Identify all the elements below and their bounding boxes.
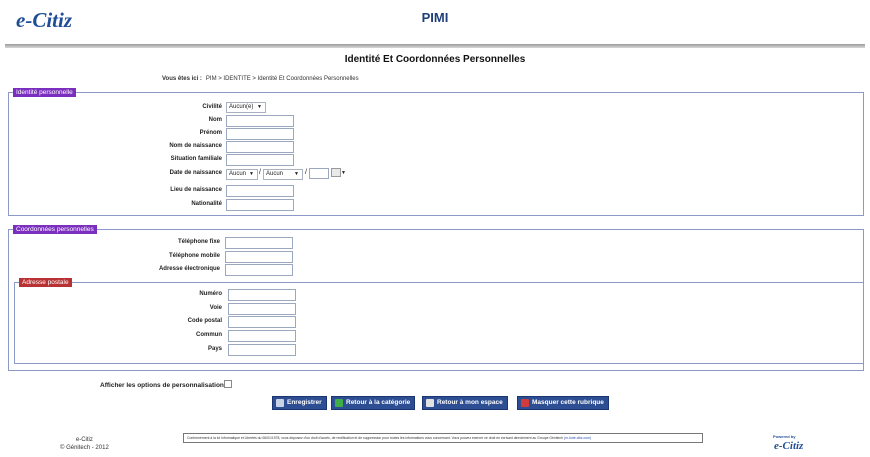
back-space-label: Retour à mon espace <box>437 399 503 406</box>
voie-input[interactable] <box>228 303 296 315</box>
back-space-button[interactable]: Retour à mon espace <box>422 396 508 410</box>
numero-label: Numéro <box>199 291 222 297</box>
adresse-fieldset: Adresse postale <box>14 278 864 364</box>
nom-label: Nom <box>208 117 222 123</box>
date-month-value: Aucun <box>266 171 284 177</box>
civilite-label: Civilité <box>202 104 222 110</box>
back-category-button[interactable]: Retour à la catégorie <box>331 396 416 410</box>
prenom-row: Prénom <box>160 128 222 141</box>
prenom-input[interactable] <box>226 128 294 140</box>
civilite-row: Civilité <box>160 102 222 115</box>
footer-brand-block: e-Citiz © Génitech - 2012 <box>60 436 109 452</box>
coordonnees-legend: Coordonnées personnelles <box>13 225 97 234</box>
lieu-row: Lieu de naissance <box>160 185 222 198</box>
tel-mobile-input[interactable] <box>225 251 293 263</box>
numero-input[interactable] <box>228 289 296 301</box>
powered-by-logo[interactable]: e-Citiz <box>774 440 803 452</box>
identite-legend: Identité personnelle <box>13 88 76 97</box>
numero-row: Numéro <box>160 289 222 302</box>
date-separator: / <box>305 169 307 176</box>
breadcrumb-path[interactable]: PIM > IDENTITE > Identité Et Coordonnées… <box>206 76 359 82</box>
civilite-value: Aucun(e) <box>229 104 254 110</box>
chevron-down-icon: ▼ <box>294 171 299 177</box>
tel-fixe-row: Téléphone fixe <box>150 237 220 250</box>
back-category-label: Retour à la catégorie <box>346 399 411 406</box>
home-icon <box>426 399 434 407</box>
calendar-icon[interactable] <box>331 168 341 177</box>
pays-row: Pays <box>160 344 222 357</box>
email-input[interactable] <box>225 264 293 276</box>
code-postal-label: Code postal <box>187 318 222 324</box>
code-postal-row: Code postal <box>160 316 222 329</box>
tel-fixe-input[interactable] <box>225 237 293 249</box>
legal-notice-link[interactable]: (m-hote-citiz.com) <box>564 436 591 440</box>
nom-naissance-row: Nom de naissance <box>160 141 222 154</box>
situation-row: Situation familiale <box>160 154 222 167</box>
chevron-down-icon: ▼ <box>257 104 262 110</box>
date-separator: / <box>259 169 261 176</box>
nom-naissance-label: Nom de naissance <box>169 143 222 149</box>
floppy-icon <box>276 399 284 407</box>
nationalite-label: Nationalité <box>191 201 222 207</box>
commune-label: Commun <box>196 332 222 338</box>
situation-input[interactable] <box>226 154 294 166</box>
hide-section-label: Masquer cette rubrique <box>532 399 604 406</box>
code-postal-input[interactable] <box>228 316 296 328</box>
pays-input[interactable] <box>228 344 296 356</box>
nom-naissance-input[interactable] <box>226 141 294 153</box>
personalisation-checkbox[interactable] <box>224 380 232 388</box>
hide-section-button[interactable]: Masquer cette rubrique <box>517 396 609 410</box>
tel-fixe-label: Téléphone fixe <box>177 239 220 245</box>
powered-by-label: Powered by <box>773 434 796 439</box>
date-naissance-row: Date de naissance <box>160 168 222 181</box>
breadcrumb-prefix: Vous êtes ici : <box>162 76 202 82</box>
arrow-up-icon <box>335 399 343 407</box>
close-icon <box>521 399 529 407</box>
commune-input[interactable] <box>228 330 296 342</box>
commune-row: Commun <box>160 330 222 343</box>
app-title: PIMI <box>421 10 449 25</box>
legal-notice-text: Conformément à la loi Informatique et Li… <box>187 436 563 440</box>
prenom-label: Prénom <box>199 130 222 136</box>
nom-input[interactable] <box>226 115 294 127</box>
footer-copyright: © Génitech - 2012 <box>60 445 109 451</box>
tel-mobile-label: Téléphone mobile <box>168 253 220 259</box>
civilite-select[interactable]: Aucun(e) ▼ <box>226 102 266 113</box>
adresse-legend: Adresse postale <box>19 278 72 287</box>
nom-row: Nom <box>160 115 222 128</box>
email-row: Adresse électronique <box>150 264 220 277</box>
tel-mobile-row: Téléphone mobile <box>150 251 220 264</box>
date-naissance-label: Date de naissance <box>169 170 222 176</box>
date-day-value: Aucun <box>229 171 247 177</box>
identite-fieldset: Identité personnelle <box>8 88 864 216</box>
date-month-select[interactable]: Aucun ▼ <box>263 169 303 180</box>
lieu-input[interactable] <box>226 185 294 197</box>
legal-notice: Conformément à la loi Informatique et Li… <box>183 433 703 443</box>
save-button[interactable]: Enregistrer <box>272 396 327 410</box>
date-day-select[interactable]: Aucun ▼ <box>226 169 258 180</box>
chevron-down-icon: ▼ <box>249 171 254 177</box>
footer-brand: e-Citiz <box>75 437 93 443</box>
situation-label: Situation familiale <box>170 156 222 162</box>
nationalite-row: Nationalité <box>160 199 222 212</box>
breadcrumb: Vous êtes ici : PIM > IDENTITE > Identité… <box>162 76 359 82</box>
email-label: Adresse électronique <box>158 266 220 272</box>
nationalite-input[interactable] <box>226 199 294 211</box>
save-button-label: Enregistrer <box>287 399 322 406</box>
voie-row: Voie <box>160 303 222 316</box>
header-divider <box>5 44 865 48</box>
personalisation-label: Afficher les options de personnalisation <box>100 382 224 389</box>
page-title: Identité Et Coordonnées Personnelles <box>344 54 526 65</box>
date-year-input[interactable] <box>309 168 329 179</box>
chevron-down-icon[interactable]: ▼ <box>341 170 346 176</box>
lieu-label: Lieu de naissance <box>170 187 222 193</box>
pays-label: Pays <box>207 346 222 352</box>
voie-label: Voie <box>209 305 222 311</box>
